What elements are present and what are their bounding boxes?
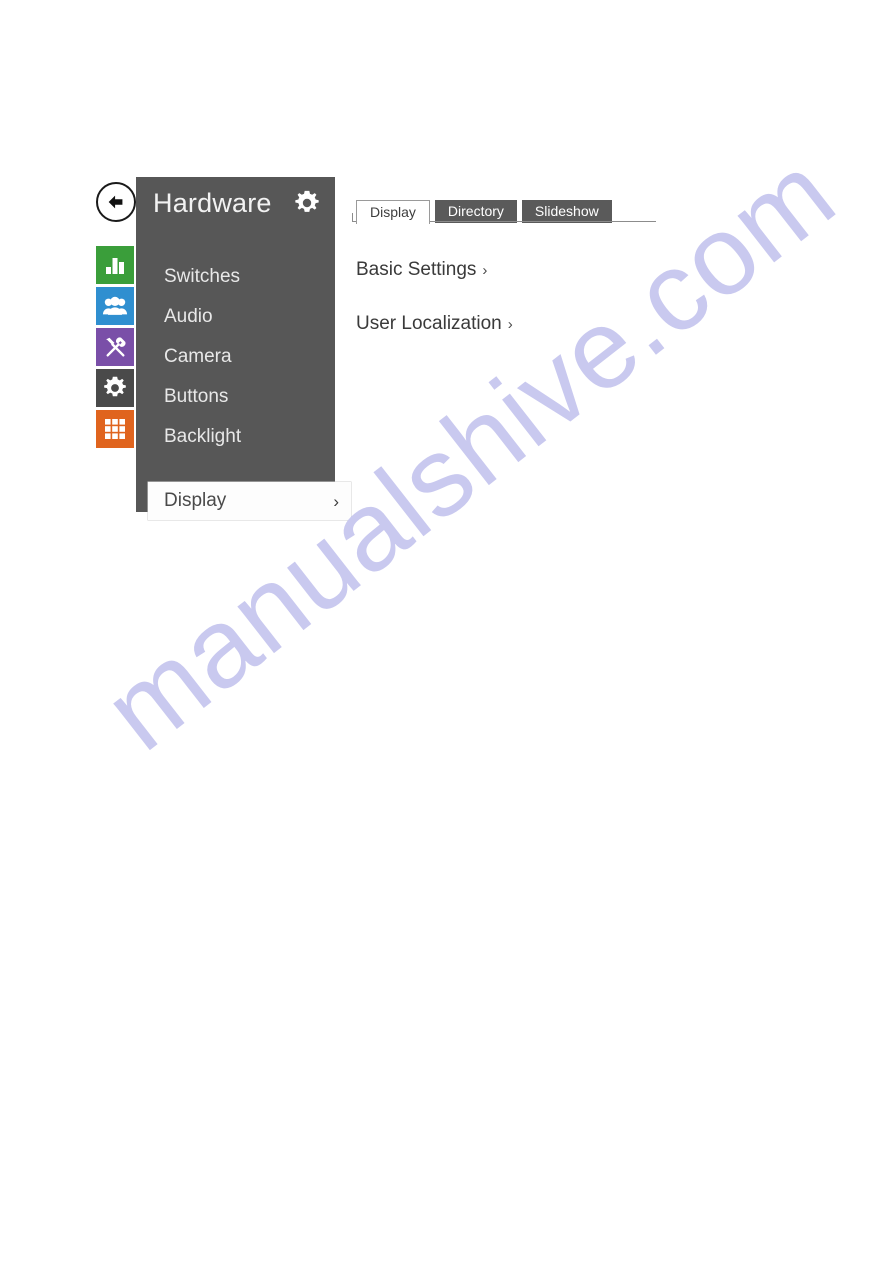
menu-item-label: Camera: [164, 346, 232, 367]
tab-directory[interactable]: Directory: [434, 200, 517, 223]
menu-item-backlight[interactable]: Backlight: [136, 417, 335, 457]
menu-item-label: Audio: [164, 306, 213, 327]
menu-item-display[interactable]: Display ›: [148, 482, 351, 520]
tab-display[interactable]: Display: [356, 200, 430, 224]
page-title: Hardware: [153, 187, 272, 218]
tab-bar: Display Directory Slideshow: [352, 199, 676, 224]
rail-item-settings[interactable]: [96, 369, 134, 407]
link-user-localization[interactable]: User Localization ›: [356, 313, 513, 335]
hardware-menu-panel: Hardware Switches Audio Camera Buttons B…: [136, 177, 351, 520]
menu-item-label: Buttons: [164, 386, 229, 407]
arrow-left-icon: [108, 195, 123, 209]
settings-button[interactable]: [292, 188, 322, 218]
tab-slideshow[interactable]: Slideshow: [521, 200, 612, 223]
menu-item-label: Backlight: [164, 426, 242, 447]
menu-item-camera[interactable]: Camera: [136, 337, 335, 377]
rail-item-status[interactable]: [96, 246, 134, 284]
grid-icon: [105, 419, 125, 439]
menu-item-switches[interactable]: Switches: [136, 257, 335, 297]
back-button[interactable]: [96, 182, 136, 222]
bar-chart-icon: [106, 258, 124, 274]
gear-icon: [104, 376, 126, 397]
menu-header: Hardware: [136, 177, 335, 229]
gear-icon: [295, 190, 319, 212]
rail-item-directory[interactable]: [96, 287, 134, 325]
rail-item-apps[interactable]: [96, 410, 134, 448]
link-label: User Localization: [356, 313, 502, 334]
settings-links: Basic Settings › User Localization ›: [356, 259, 676, 367]
people-icon: [102, 296, 128, 315]
link-label: Basic Settings: [356, 259, 477, 280]
content-area: Display Directory Slideshow Basic Settin…: [352, 199, 676, 367]
link-basic-settings[interactable]: Basic Settings ›: [356, 259, 487, 281]
menu-item-buttons[interactable]: Buttons: [136, 377, 335, 417]
chevron-right-icon: ›: [507, 316, 513, 333]
icon-rail: [96, 182, 136, 451]
menu-item-audio[interactable]: Audio: [136, 297, 335, 337]
rail-item-tools[interactable]: [96, 328, 134, 366]
menu-list: Switches Audio Camera Buttons Backlight: [136, 229, 335, 457]
chevron-right-icon: ›: [333, 491, 339, 511]
menu-item-label: Switches: [164, 266, 241, 287]
tools-icon: [105, 336, 126, 357]
menu-item-label: Display: [164, 490, 227, 511]
chevron-right-icon: ›: [482, 262, 488, 279]
